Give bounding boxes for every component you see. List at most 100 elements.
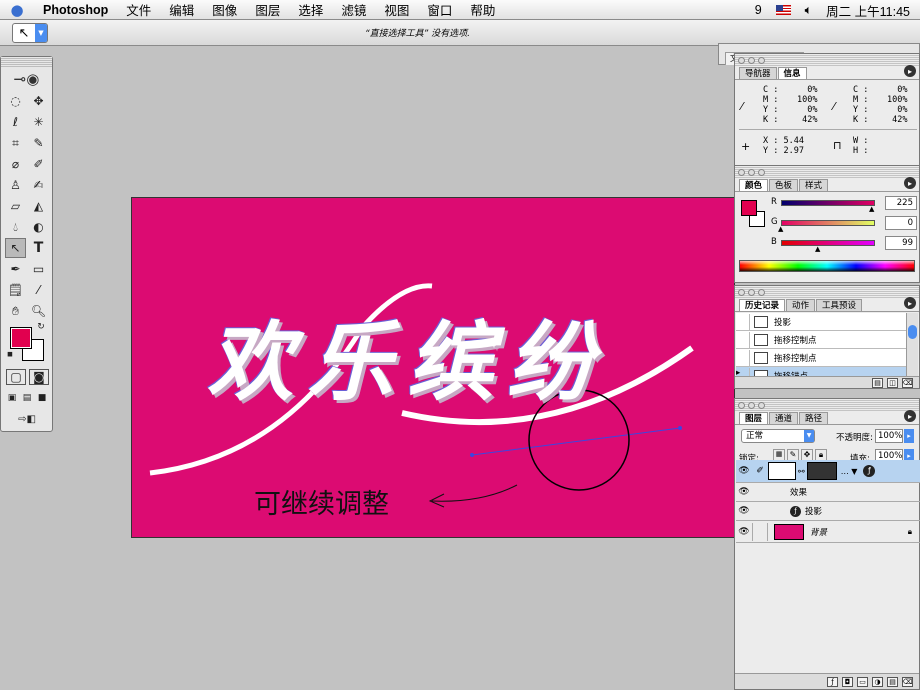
notes-tool-icon[interactable]: 🗒︎ bbox=[5, 280, 26, 300]
tab-swatches[interactable]: 色板 bbox=[769, 179, 799, 191]
menu-filter[interactable]: 滤镜 bbox=[332, 0, 375, 19]
menu-photoshop[interactable]: Photoshop bbox=[34, 3, 117, 17]
scroll-thumb[interactable] bbox=[908, 325, 917, 339]
tab-navigator[interactable]: 导航器 bbox=[739, 67, 777, 79]
eye-icon[interactable]: 👁︎ bbox=[736, 466, 752, 476]
close-icon[interactable] bbox=[738, 288, 745, 296]
lasso-tool-icon[interactable]: ℓ bbox=[5, 112, 26, 132]
tab-history[interactable]: 历史记录 bbox=[739, 299, 786, 311]
screen-mode-full-icon[interactable]: ■ bbox=[35, 391, 49, 405]
eraser-tool-icon[interactable]: ▱ bbox=[5, 196, 26, 216]
magic-wand-icon[interactable]: ✳ bbox=[28, 112, 49, 132]
pen-tool-icon[interactable]: ✒ bbox=[5, 259, 26, 279]
tab-info[interactable]: 信息 bbox=[777, 67, 807, 79]
tab-styles[interactable]: 样式 bbox=[799, 179, 829, 191]
zoom-icon[interactable] bbox=[758, 56, 765, 64]
dodge-tool-icon[interactable]: ◐ bbox=[28, 217, 49, 237]
paint-bucket-icon[interactable]: ◭ bbox=[28, 196, 49, 216]
slider-red[interactable]: R ▲ 225 bbox=[771, 196, 917, 213]
history-brush-icon[interactable]: ✍ bbox=[28, 175, 49, 195]
trash-icon[interactable]: ⌫ bbox=[902, 377, 913, 388]
menu-edit[interactable]: 编辑 bbox=[160, 0, 203, 19]
new-set-icon[interactable]: ▭ bbox=[857, 676, 868, 687]
tool-preset-picker[interactable]: ↖ ▼ bbox=[12, 23, 48, 43]
layer-effects-row[interactable]: 👁︎ 效果 bbox=[736, 483, 920, 502]
minimize-icon[interactable] bbox=[748, 56, 755, 64]
slider-thumb-icon[interactable]: ▲ bbox=[778, 225, 783, 233]
tab-actions[interactable]: 动作 bbox=[786, 299, 816, 311]
anchor-handle-point[interactable] bbox=[678, 426, 682, 430]
toolbox-titlebar[interactable] bbox=[1, 57, 52, 67]
color-spectrum-bar[interactable] bbox=[739, 260, 915, 272]
menu-clock[interactable]: 周二 上午11:45 bbox=[826, 1, 910, 20]
minimize-icon[interactable] bbox=[748, 288, 755, 296]
opacity-arrow-icon[interactable]: ▸ bbox=[904, 429, 914, 443]
minimize-icon[interactable] bbox=[748, 168, 755, 176]
type-tool-icon[interactable]: T bbox=[28, 238, 49, 258]
layer-row-text[interactable]: 👁︎ ✐ ⚯ … ▼ ƒ bbox=[736, 460, 920, 483]
panel-menu-icon[interactable]: ▸ bbox=[904, 65, 916, 77]
menu-image[interactable]: 图像 bbox=[203, 0, 246, 19]
apple-icon[interactable]: ● bbox=[0, 1, 34, 19]
r-value-field[interactable]: 225 bbox=[885, 196, 917, 210]
eye-icon[interactable]: 👁︎ bbox=[736, 527, 752, 537]
swap-colors-icon[interactable]: ↻ bbox=[34, 320, 48, 334]
menu-help[interactable]: 帮助 bbox=[461, 0, 504, 19]
panel-menu-icon[interactable]: ▸ bbox=[904, 177, 916, 189]
green-ramp[interactable] bbox=[781, 220, 875, 226]
chain-icon[interactable]: ⚯ bbox=[798, 467, 805, 476]
standard-mode-icon[interactable]: ▢ bbox=[6, 369, 26, 385]
crop-tool-icon[interactable]: ⌗ bbox=[5, 133, 26, 153]
b-value-field[interactable]: 99 bbox=[885, 236, 917, 250]
menu-select[interactable]: 选择 bbox=[289, 0, 332, 19]
panel-titlebar[interactable] bbox=[735, 286, 919, 298]
layer-thumbnail[interactable] bbox=[768, 462, 796, 480]
add-mask-icon[interactable]: ◘ bbox=[842, 676, 853, 687]
chevron-down-icon[interactable]: ▼ bbox=[35, 24, 47, 42]
panel-menu-icon[interactable]: ▸ bbox=[904, 297, 916, 309]
blur-tool-icon[interactable]: 💧︎ bbox=[5, 217, 26, 237]
tab-channels[interactable]: 通道 bbox=[769, 412, 799, 424]
fx-icon[interactable]: ƒ bbox=[863, 465, 876, 477]
screen-mode-standard-icon[interactable]: ▣ bbox=[5, 391, 19, 405]
close-icon[interactable] bbox=[738, 56, 745, 64]
document-canvas[interactable]: 欢乐缤纷 可继续调整 bbox=[131, 197, 735, 538]
panel-titlebar[interactable] bbox=[735, 54, 919, 66]
healing-brush-icon[interactable]: ⌀ bbox=[5, 154, 26, 174]
background-thumbnail[interactable] bbox=[774, 523, 804, 540]
brush-tool-icon[interactable]: ✐ bbox=[28, 154, 49, 174]
panel-titlebar[interactable] bbox=[735, 399, 919, 411]
tab-layers[interactable]: 图层 bbox=[739, 412, 769, 424]
slider-thumb-icon[interactable]: ▲ bbox=[815, 245, 820, 253]
zoom-icon[interactable] bbox=[758, 401, 765, 409]
direct-selection-tool-icon[interactable]: ↖ bbox=[5, 238, 26, 258]
tab-color[interactable]: 颜色 bbox=[739, 179, 769, 191]
slider-blue[interactable]: B ▲ 99 bbox=[771, 236, 917, 253]
chevron-down-icon[interactable]: ▼ bbox=[804, 430, 814, 442]
slider-thumb-icon[interactable]: ▲ bbox=[869, 205, 874, 213]
history-item[interactable]: 拖移控制点 bbox=[736, 349, 906, 367]
foreground-color-swatch[interactable] bbox=[10, 327, 32, 349]
default-colors-icon[interactable]: ◼ bbox=[5, 349, 15, 359]
jump-to-imageready-icon[interactable]: ⇨◧ bbox=[6, 411, 48, 427]
effects-toggle-icon[interactable]: … ▼ bbox=[841, 467, 858, 476]
menu-window[interactable]: 窗口 bbox=[418, 0, 461, 19]
photoshop-eye-icon[interactable]: ⊸◉ bbox=[1, 67, 52, 91]
red-ramp[interactable] bbox=[781, 200, 875, 206]
menu-view[interactable]: 视图 bbox=[375, 0, 418, 19]
eye-icon[interactable]: 👁︎ bbox=[736, 506, 752, 516]
zoom-icon[interactable] bbox=[758, 288, 765, 296]
anchor-handle-point[interactable] bbox=[470, 453, 474, 457]
move-tool-icon[interactable]: ✥ bbox=[28, 91, 49, 111]
menu-file[interactable]: 文件 bbox=[117, 0, 160, 19]
tab-tool-presets[interactable]: 工具预设 bbox=[816, 299, 863, 311]
new-document-from-state-icon[interactable]: ▤ bbox=[872, 377, 883, 388]
quick-mask-icon[interactable]: ◙ bbox=[29, 369, 49, 385]
hand-tool-icon[interactable]: ✋︎ bbox=[5, 301, 26, 321]
new-adjustment-layer-icon[interactable]: ◑ bbox=[872, 676, 883, 687]
eyedropper-tool-icon[interactable]: ⁄ bbox=[28, 280, 49, 300]
history-item[interactable]: 拖移控制点 bbox=[736, 331, 906, 349]
layer-effect-item-row[interactable]: 👁︎ ƒ 投影 bbox=[736, 502, 920, 521]
eye-icon[interactable]: 👁︎ bbox=[736, 487, 752, 497]
shape-tool-icon[interactable]: ▭ bbox=[28, 259, 49, 279]
